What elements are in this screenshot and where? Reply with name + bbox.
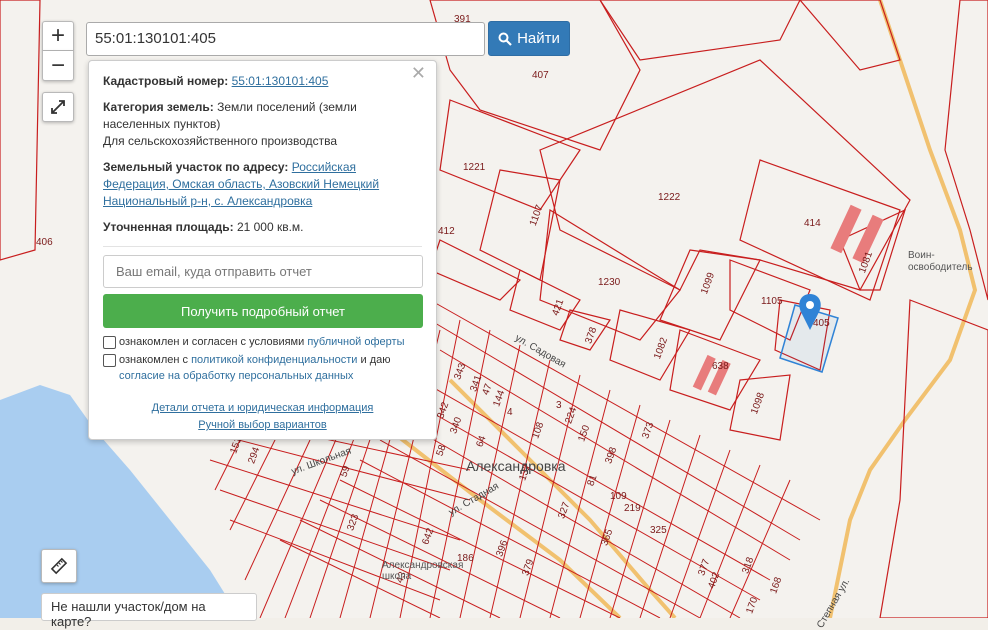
panel-links: Детали отчета и юридическая информация Р… — [103, 400, 422, 434]
checkbox[interactable] — [103, 336, 116, 349]
report-details-link[interactable]: Детали отчета и юридическая информация — [152, 402, 374, 414]
address-row: Земельный участок по адресу: Российская … — [103, 160, 380, 208]
not-found-button[interactable]: Не нашли участок/дом на карте? — [41, 593, 257, 629]
manual-selection-link[interactable]: Ручной выбор вариантов — [198, 419, 326, 431]
cadastral-number-link[interactable]: 55:01:130101:405 — [232, 74, 329, 88]
personal-data-link[interactable]: согласие на обработку персональных данны… — [119, 370, 353, 382]
zoom-in-button[interactable]: + — [42, 21, 74, 51]
offer-link[interactable]: публичной оферты — [307, 336, 404, 348]
land-category-row: Категория земель: Земли поселений (земли… — [103, 100, 357, 148]
zoom-out-button[interactable]: − — [42, 51, 74, 81]
consent-offer-checkbox[interactable]: ознакомлен и согласен с условиями публич… — [103, 334, 422, 350]
email-field[interactable]: Ваш email, куда отправить отчет — [103, 255, 423, 288]
search-input[interactable]: 55:01:130101:405 — [86, 22, 485, 56]
divider — [103, 246, 422, 247]
ruler-button[interactable] — [41, 549, 77, 583]
parcel-info-panel: ✕ Кадастровый номер: 55:01:130101:405 Ка… — [88, 60, 437, 440]
consent-privacy-checkbox[interactable]: ознакомлен с политикой конфиденциальност… — [103, 352, 422, 384]
fullscreen-button[interactable] — [42, 92, 74, 122]
area-row: Уточненная площадь: 21 000 кв.м. — [103, 220, 304, 234]
ruler-icon — [50, 557, 68, 575]
get-report-button[interactable]: Получить подробный отчет — [103, 294, 423, 328]
search-icon — [498, 32, 512, 46]
close-icon[interactable]: ✕ — [411, 64, 426, 82]
expand-icon — [51, 100, 65, 114]
checkbox[interactable] — [103, 354, 116, 367]
find-button[interactable]: Найти — [488, 21, 570, 56]
privacy-link[interactable]: политикой конфиденциальности — [191, 354, 357, 366]
find-button-label: Найти — [517, 30, 560, 47]
cadastral-number-row: Кадастровый номер: 55:01:130101:405 — [103, 74, 329, 88]
